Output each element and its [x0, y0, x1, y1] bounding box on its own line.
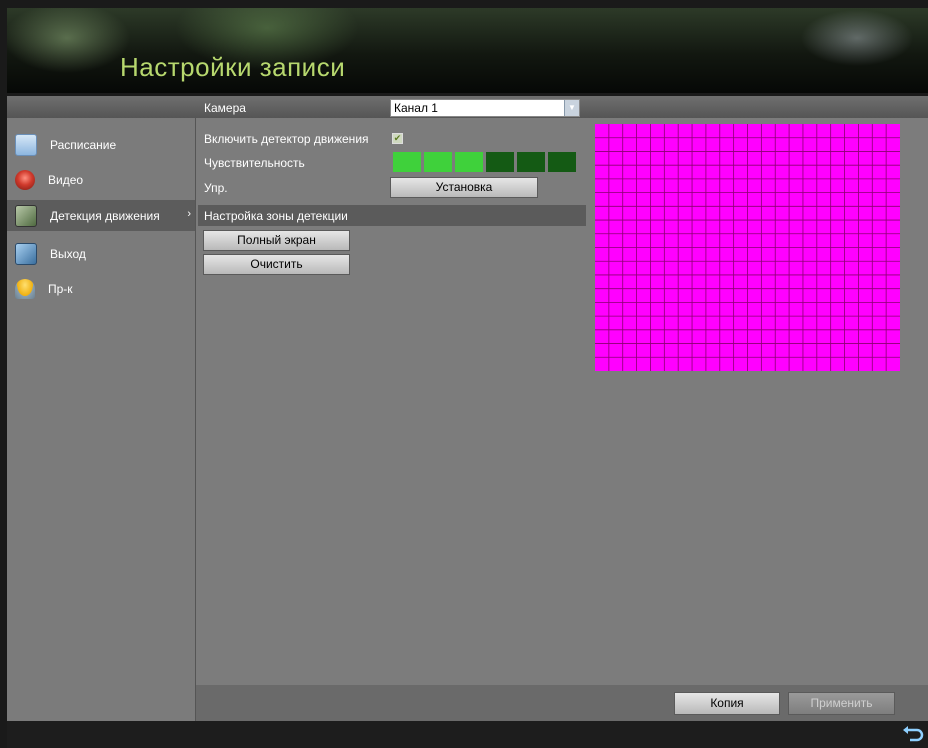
enable-motion-checkbox[interactable]: ✔: [392, 133, 403, 144]
camera-select-value: Канал 1: [394, 101, 438, 115]
sidebar-item-video[interactable]: Видео: [7, 164, 195, 195]
chevron-right-icon: ›: [187, 208, 191, 220]
calendar-icon: [15, 133, 37, 156]
fullscreen-button[interactable]: Полный экран: [203, 230, 350, 251]
detection-zone-grid[interactable]: [595, 124, 900, 371]
sidebar-item-label: Расписание: [50, 137, 117, 152]
sensitivity-block[interactable]: [424, 152, 454, 172]
zone-section-title: Настройка зоны детекции: [204, 209, 348, 223]
sidebar-item-advanced[interactable]: Пр-к: [7, 273, 195, 304]
copy-button[interactable]: Копия: [674, 692, 780, 715]
output-icon: [15, 242, 37, 265]
clear-button[interactable]: Очистить: [203, 254, 350, 275]
apply-button[interactable]: Применить: [788, 692, 895, 715]
enable-motion-label: Включить детектор движения: [204, 132, 369, 146]
chevron-down-icon[interactable]: ▼: [564, 100, 579, 116]
handling-settings-button[interactable]: Установка: [390, 177, 538, 198]
sensitivity-block[interactable]: [455, 152, 485, 172]
sensitivity-block[interactable]: [548, 152, 578, 172]
bottom-bar: [7, 721, 928, 748]
sidebar-item-label: Детекция движения: [50, 208, 160, 223]
sidebar-item-label: Выход: [50, 246, 86, 261]
sidebar-item-schedule[interactable]: Расписание: [7, 129, 195, 160]
sidebar-item-label: Видео: [48, 172, 84, 187]
camera-select[interactable]: Канал 1 ▼: [390, 99, 580, 117]
sidebar: Расписание Видео Детекция движения › Вых…: [7, 118, 196, 721]
page-title: Настройки записи: [120, 52, 346, 82]
umbrella-icon: [15, 278, 35, 299]
sensitivity-block[interactable]: [393, 152, 423, 172]
header-banner: Настройки записи: [7, 8, 928, 93]
sidebar-item-label: Пр-к: [48, 281, 73, 296]
camera-label: Камера: [204, 101, 246, 115]
sidebar-item-output[interactable]: Выход: [7, 238, 195, 269]
back-icon[interactable]: [902, 725, 924, 743]
sidebar-item-motion-detection[interactable]: Детекция движения ›: [7, 200, 195, 231]
sensitivity-label: Чувствительность: [204, 156, 305, 170]
handling-label: Упр.: [204, 181, 228, 195]
sensitivity-block[interactable]: [517, 152, 547, 172]
sensitivity-block[interactable]: [486, 152, 516, 172]
motion-icon: [15, 204, 37, 227]
record-icon: [15, 169, 35, 190]
zone-section-header: Настройка зоны детекции: [198, 205, 586, 226]
